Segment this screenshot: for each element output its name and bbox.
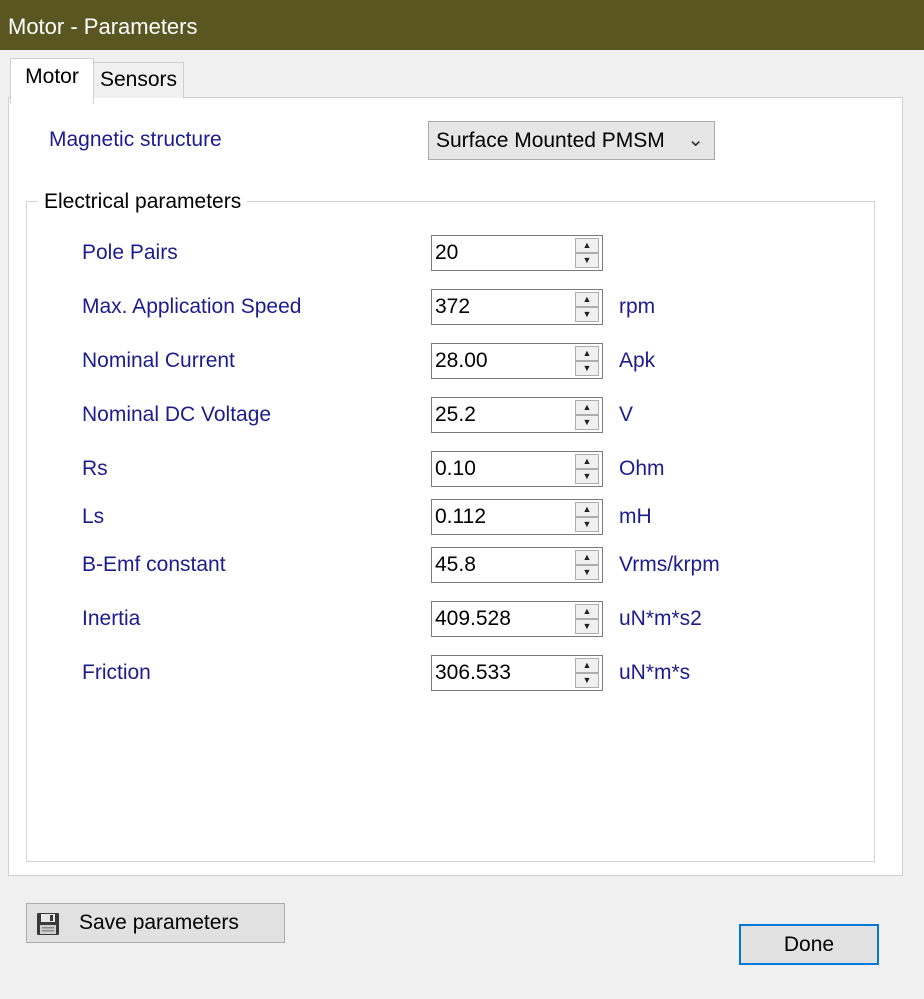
spin-buttons: ▲ ▼ bbox=[575, 550, 599, 580]
spin-down-icon[interactable]: ▼ bbox=[575, 673, 599, 688]
magnetic-structure-select[interactable]: Surface Mounted PMSM ⌄ bbox=[428, 121, 715, 160]
spin-value: 409.528 bbox=[435, 607, 511, 630]
spin-value: 372 bbox=[435, 295, 471, 318]
ls-input[interactable]: 0.112 ▲ ▼ bbox=[431, 499, 603, 535]
spin-up-icon[interactable]: ▲ bbox=[575, 400, 599, 415]
spin-buttons: ▲ ▼ bbox=[575, 502, 599, 532]
unit-nominal-current: Apk bbox=[619, 349, 656, 372]
param-label-nominal-dc-voltage: Nominal DC Voltage bbox=[82, 403, 272, 426]
electrical-parameters-title: Electrical parameters bbox=[38, 190, 248, 214]
tab-motor[interactable]: Motor bbox=[10, 58, 94, 104]
magnetic-structure-label: Magnetic structure bbox=[49, 128, 222, 151]
spin-up-icon[interactable]: ▲ bbox=[575, 604, 599, 619]
spin-down-icon[interactable]: ▼ bbox=[575, 469, 599, 484]
chevron-down-icon: ⌄ bbox=[687, 129, 704, 151]
done-button[interactable]: Done bbox=[739, 924, 879, 965]
nominal-current-input[interactable]: 28.00 ▲ ▼ bbox=[431, 343, 603, 379]
spin-up-icon[interactable]: ▲ bbox=[575, 346, 599, 361]
spin-up-icon[interactable]: ▲ bbox=[575, 454, 599, 469]
spin-up-icon[interactable]: ▲ bbox=[575, 550, 599, 565]
spin-down-icon[interactable]: ▼ bbox=[575, 619, 599, 634]
param-label-nominal-current: Nominal Current bbox=[82, 349, 235, 372]
spin-down-icon[interactable]: ▼ bbox=[575, 415, 599, 430]
param-label-friction: Friction bbox=[82, 661, 151, 684]
unit-bemf-constant: Vrms/krpm bbox=[619, 553, 720, 576]
param-label-bemf-constant: B-Emf constant bbox=[82, 553, 226, 576]
spin-value: 0.10 bbox=[435, 457, 476, 480]
spin-value: 45.8 bbox=[435, 553, 476, 576]
spin-value: 25.2 bbox=[435, 403, 476, 426]
window-title: Motor - Parameters bbox=[8, 14, 198, 39]
spin-value: 28.00 bbox=[435, 349, 488, 372]
spin-value: 0.112 bbox=[435, 505, 486, 528]
spin-up-icon[interactable]: ▲ bbox=[575, 502, 599, 517]
unit-friction: uN*m*s bbox=[619, 661, 691, 684]
spin-buttons: ▲ ▼ bbox=[575, 346, 599, 376]
inertia-input[interactable]: 409.528 ▲ ▼ bbox=[431, 601, 603, 637]
spin-down-icon[interactable]: ▼ bbox=[575, 361, 599, 376]
unit-inertia: uN*m*s2 bbox=[619, 607, 702, 630]
rs-input[interactable]: 0.10 ▲ ▼ bbox=[431, 451, 603, 487]
spin-buttons: ▲ ▼ bbox=[575, 454, 599, 484]
param-label-inertia: Inertia bbox=[82, 607, 141, 630]
spin-buttons: ▲ ▼ bbox=[575, 604, 599, 634]
pole-pairs-input[interactable]: 20 ▲ ▼ bbox=[431, 235, 603, 271]
floppy-disk-icon bbox=[37, 913, 59, 935]
spin-buttons: ▲ ▼ bbox=[575, 238, 599, 268]
tab-sensors[interactable]: Sensors bbox=[93, 62, 184, 98]
unit-rs: Ohm bbox=[619, 457, 665, 480]
nominal-dc-voltage-input[interactable]: 25.2 ▲ ▼ bbox=[431, 397, 603, 433]
param-label-max-speed: Max. Application Speed bbox=[82, 295, 302, 318]
bemf-constant-input[interactable]: 45.8 ▲ ▼ bbox=[431, 547, 603, 583]
spin-value: 20 bbox=[435, 241, 459, 264]
magnetic-structure-value: Surface Mounted PMSM bbox=[436, 129, 665, 152]
spin-down-icon[interactable]: ▼ bbox=[575, 307, 599, 322]
spin-buttons: ▲ ▼ bbox=[575, 400, 599, 430]
friction-input[interactable]: 306.533 ▲ ▼ bbox=[431, 655, 603, 691]
spin-up-icon[interactable]: ▲ bbox=[575, 292, 599, 307]
unit-max-speed: rpm bbox=[619, 295, 656, 318]
param-label-rs: Rs bbox=[82, 457, 108, 480]
param-label-pole-pairs: Pole Pairs bbox=[82, 241, 178, 264]
save-parameters-button[interactable]: Save parameters bbox=[26, 903, 285, 943]
unit-ls: mH bbox=[619, 505, 652, 528]
spin-up-icon[interactable]: ▲ bbox=[575, 658, 599, 673]
max-speed-input[interactable]: 372 ▲ ▼ bbox=[431, 289, 603, 325]
save-parameters-label: Save parameters bbox=[79, 911, 239, 934]
param-label-ls: Ls bbox=[82, 505, 105, 528]
window-titlebar: Motor - Parameters bbox=[0, 0, 924, 50]
spin-down-icon[interactable]: ▼ bbox=[575, 517, 599, 532]
spin-down-icon[interactable]: ▼ bbox=[575, 565, 599, 580]
spin-value: 306.533 bbox=[435, 661, 511, 684]
spin-buttons: ▲ ▼ bbox=[575, 658, 599, 688]
spin-up-icon[interactable]: ▲ bbox=[575, 238, 599, 253]
unit-nominal-dc-voltage: V bbox=[619, 403, 634, 426]
spin-buttons: ▲ ▼ bbox=[575, 292, 599, 322]
spin-down-icon[interactable]: ▼ bbox=[575, 253, 599, 268]
